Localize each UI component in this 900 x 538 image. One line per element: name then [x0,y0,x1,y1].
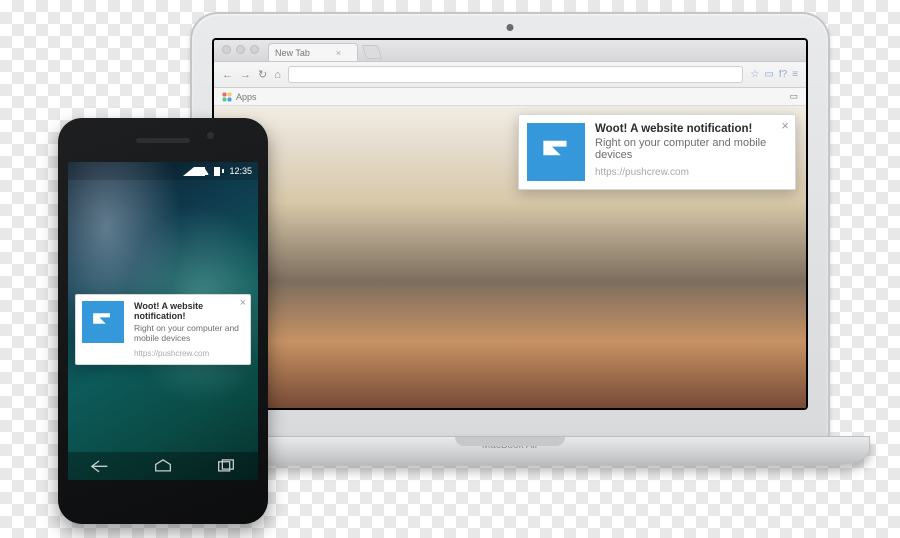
star-icon[interactable]: ☆ [750,69,759,80]
browser-viewport: Woot! A website notification! Right on y… [214,106,806,408]
notification-close-icon[interactable]: × [781,119,789,132]
laptop-notch [455,437,565,446]
battery-icon [214,167,224,176]
notification-body: Right on your computer and mobile device… [134,323,244,343]
laptop-lid: New Tab × ← → ↻ ⌂ ☆ ▭ f? ≡ [190,12,830,442]
notification-title: Woot! A website notification! [134,301,244,321]
browser-tab[interactable]: New Tab × [268,43,358,61]
notification-body: Right on your computer and mobile device… [595,137,787,161]
browser-tabbar: New Tab × [214,40,806,62]
laptop-screen: New Tab × ← → ↻ ⌂ ☆ ▭ f? ≡ [214,40,806,408]
new-tab-button[interactable] [362,45,383,59]
toolbar-right: ☆ ▭ f? ≡ [750,69,798,80]
screen-bezel: New Tab × ← → ↻ ⌂ ☆ ▭ f? ≡ [212,38,808,410]
desktop-notification[interactable]: Woot! A website notification! Right on y… [518,114,796,190]
bookmarks-bar: Apps ▭ [214,88,806,106]
cast-icon[interactable]: ▭ [764,69,773,80]
nav-forward-icon[interactable]: → [240,69,251,81]
window-controls[interactable] [222,45,259,54]
notification-url: https://pushcrew.com [595,167,787,178]
nav-back-icon[interactable]: ← [222,69,233,81]
notification-app-icon [82,301,124,343]
home-icon[interactable]: ⌂ [274,69,281,81]
phone-device: 12:35 Woot! A website notification! Righ… [58,118,268,524]
phone-screen: 12:35 Woot! A website notification! Righ… [68,162,258,480]
wifi-icon [199,167,209,175]
clock: 12:35 [229,166,252,176]
traffic-light-close-icon[interactable] [222,45,231,54]
address-bar[interactable] [288,66,744,83]
nav-home-button[interactable] [152,458,174,474]
mobile-notification[interactable]: Woot! A website notification! Right on y… [75,294,251,365]
search-hint: f? [779,69,787,80]
other-bookmarks-icon[interactable]: ▭ [789,91,798,102]
notification-title: Woot! A website notification! [595,123,787,135]
browser-toolbar: ← → ↻ ⌂ ☆ ▭ f? ≡ [214,62,806,88]
nav-recent-button[interactable] [215,458,237,474]
traffic-light-max-icon[interactable] [250,45,259,54]
tab-label: New Tab [275,48,310,58]
tab-close-icon[interactable]: × [336,48,341,58]
android-navbar [68,452,258,480]
apps-label[interactable]: Apps [236,92,257,102]
notification-url: https://pushcrew.com [134,349,244,358]
apps-icon[interactable] [222,92,232,102]
webcam-icon [507,24,514,31]
nav-back-button[interactable] [89,458,111,474]
menu-icon[interactable]: ≡ [792,69,798,80]
status-bar: 12:35 [68,162,258,180]
notification-app-icon [527,123,585,181]
signal-icon [183,167,194,176]
reload-icon[interactable]: ↻ [258,68,267,81]
traffic-light-min-icon[interactable] [236,45,245,54]
notification-close-icon[interactable]: × [240,298,246,309]
